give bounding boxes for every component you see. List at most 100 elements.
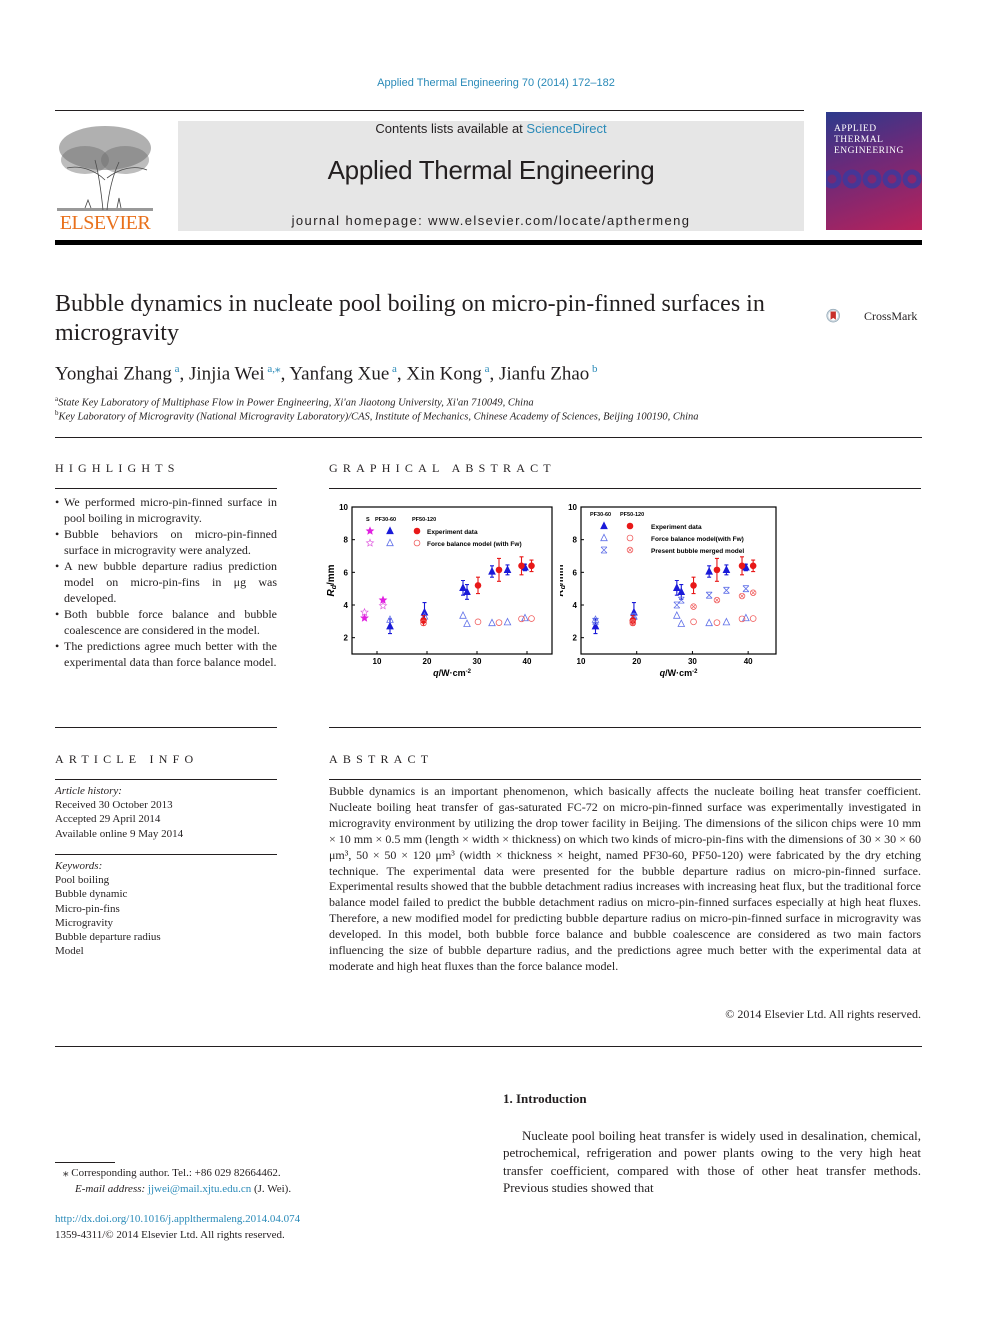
article-info-rule [55, 779, 277, 780]
email-line: E-mail address: jjwei@mail.xjtu.edu.cn (… [55, 1181, 291, 1197]
abstract-heading: ABSTRACT [329, 752, 434, 766]
affiliation-text: State Key Laboratory of Multiphase Flow … [58, 397, 534, 409]
x-tick-label: 30 [473, 657, 482, 666]
journal-citation[interactable]: Applied Thermal Engineering 70 (2014) 17… [0, 77, 992, 89]
keywords-list: Keywords: Pool boiling Bubble dynamic Mi… [55, 859, 277, 958]
series-pf50-120-experiment-data [420, 556, 535, 626]
author-affiliation-marker[interactable]: a [482, 363, 490, 375]
graphical-abstract-chart-left[interactable]: 10 20 30 40 2 4 6 8 10 q/W·cm-2 Rd/mm S PF30-60 PF50-… [320, 495, 560, 685]
keyword-item[interactable]: Micro-pin-fins [55, 902, 277, 916]
x-tick-label: 10 [577, 657, 586, 666]
sciencedirect-link[interactable]: ScienceDirect [526, 121, 606, 136]
author-name[interactable]: Jinjia Wei [189, 363, 265, 384]
author-affiliation-marker[interactable]: a,⁎ [265, 363, 280, 375]
circle-marker [738, 562, 746, 570]
highlights-rule [55, 488, 277, 489]
circle-marker [413, 539, 421, 547]
triangle-marker [503, 565, 512, 573]
highlight-item: The predictions agree much better with t… [55, 638, 277, 670]
author-separator: , [489, 363, 500, 385]
circle-marker [495, 619, 503, 626]
series-pf50-120-force-balance-model [420, 615, 535, 627]
circle-marker [713, 566, 721, 574]
circle-marker [749, 615, 757, 622]
triangle-marker [672, 583, 681, 591]
graphical-abstract-end-rule [329, 727, 921, 728]
journal-header-banner: Contents lists available at ScienceDirec… [178, 121, 804, 231]
abstract-body: Bubble dynamics is an important phenomen… [329, 784, 921, 973]
triangle-marker [600, 521, 608, 530]
author-affiliation-marker[interactable]: b [589, 363, 598, 375]
y-tick-label: 8 [344, 536, 349, 545]
crossmark-label[interactable]: CrossMark [864, 309, 917, 324]
legend-row-label: Force balance model (with Fw) [427, 541, 522, 548]
cover-title: APPLIED THERMAL ENGINEERING [834, 124, 904, 157]
article-title: Bubble dynamics in nucleate pool boiling… [55, 291, 765, 346]
star-marker [365, 526, 375, 535]
keyword-item[interactable]: Pool boiling [55, 873, 277, 887]
x-axis-label: q/W·cm-2 [433, 668, 471, 678]
crossmark-icon[interactable] [826, 296, 864, 336]
abstract-copyright: © 2014 Elsevier Ltd. All rights reserved… [725, 1007, 921, 1021]
keyword-item[interactable]: Microgravity [55, 916, 277, 930]
highlight-item: Both bubble force balance and bubble coa… [55, 606, 277, 638]
cover-title-line: APPLIED [834, 124, 877, 134]
star-marker [365, 538, 375, 547]
circle-cross-marker-lines [627, 547, 633, 553]
legend-column-header: S [366, 517, 370, 523]
circle-marker [413, 527, 421, 535]
keywords-label: Keywords: [55, 860, 103, 872]
history-received: Received 30 October 2013 [55, 799, 173, 812]
email-link[interactable]: jjwei@mail.xjtu.edu.cn [148, 1183, 251, 1195]
legend: S PF30-60 PF50-120 Experiment data Force bal… [365, 517, 522, 548]
author-separator: , [396, 363, 407, 385]
y-tick-label: 6 [573, 568, 578, 577]
author-affiliation-marker[interactable]: a [389, 363, 397, 375]
y-tick-label: 4 [344, 601, 349, 610]
email-suffix: (J. Wei). [251, 1183, 292, 1195]
triangle-marker [386, 526, 394, 535]
legend-row-label: Experiment data [427, 529, 478, 536]
cross-box-marker [705, 591, 713, 599]
graphical-abstract-chart-right[interactable]: 10 20 30 40 2 4 6 8 10 q/W·cm-2 Rd/mm PF30-60 PF50-1… [560, 495, 790, 685]
author-name[interactable]: Yanfang Xue [289, 363, 389, 384]
keyword-item[interactable]: Bubble dynamic [55, 887, 277, 901]
triangle-marker [463, 619, 471, 627]
y-tick-label: 2 [344, 634, 349, 643]
circle-marker [518, 562, 525, 570]
x-tick-label: 20 [423, 657, 432, 666]
author-name[interactable]: Jianfu Zhao [499, 363, 589, 384]
y-tick-label: 10 [339, 503, 348, 512]
contents-prefix: Contents lists available at [375, 121, 527, 136]
x-tick-label: 30 [688, 657, 697, 666]
legend-row-label: Force balance model(with Fw) [651, 536, 744, 543]
star-marker [360, 607, 369, 617]
circle-marker [528, 562, 535, 570]
circle-cross-marker-lines [714, 597, 720, 603]
series-pf30-60-force-balance-model [591, 611, 750, 627]
author-list: Yonghai Zhang a, Jinjia Wei a,⁎, Yanfang… [55, 362, 598, 385]
triangle-marker [386, 621, 394, 630]
triangle-marker [521, 613, 529, 622]
circle-cross-marker-lines [750, 590, 756, 595]
circle-marker [749, 562, 757, 570]
legend-column-header: PF30-60 [590, 512, 611, 518]
legend: PF30-60 PF50-120 Experiment data Force bala… [590, 512, 744, 555]
author-name[interactable]: Yonghai Zhang [55, 363, 172, 384]
journal-cover-image[interactable]: APPLIED THERMAL ENGINEERING [826, 112, 922, 230]
highlights-list: We performed micro-pin-finned surface in… [55, 494, 277, 670]
issn-line: 1359-4311/© 2014 Elsevier Ltd. All right… [55, 1229, 285, 1241]
highlight-item: Bubble behaviors on micro-pin-finned sur… [55, 526, 277, 558]
elsevier-wordmark: ELSEVIER [59, 212, 151, 234]
author-name[interactable]: Xin Kong [406, 363, 481, 384]
x-tick-label: 20 [632, 657, 641, 666]
series-pf30-60-present-bubble-merged-model [592, 585, 750, 625]
keyword-item[interactable]: Bubble departure radius [55, 930, 277, 944]
keyword-item[interactable]: Model [55, 944, 277, 958]
affiliation-text: Key Laboratory of Microgravity (National… [58, 411, 699, 423]
doi-link[interactable]: http://dx.doi.org/10.1016/j.applthermale… [55, 1211, 300, 1227]
journal-homepage-link[interactable]: journal homepage: www.elsevier.com/locat… [178, 213, 804, 228]
graphical-abstract-heading: GRAPHICAL ABSTRACT [329, 461, 556, 475]
history-accepted: Accepted 29 April 2014 [55, 813, 161, 826]
series-pf50-120-experiment-data [629, 556, 757, 626]
